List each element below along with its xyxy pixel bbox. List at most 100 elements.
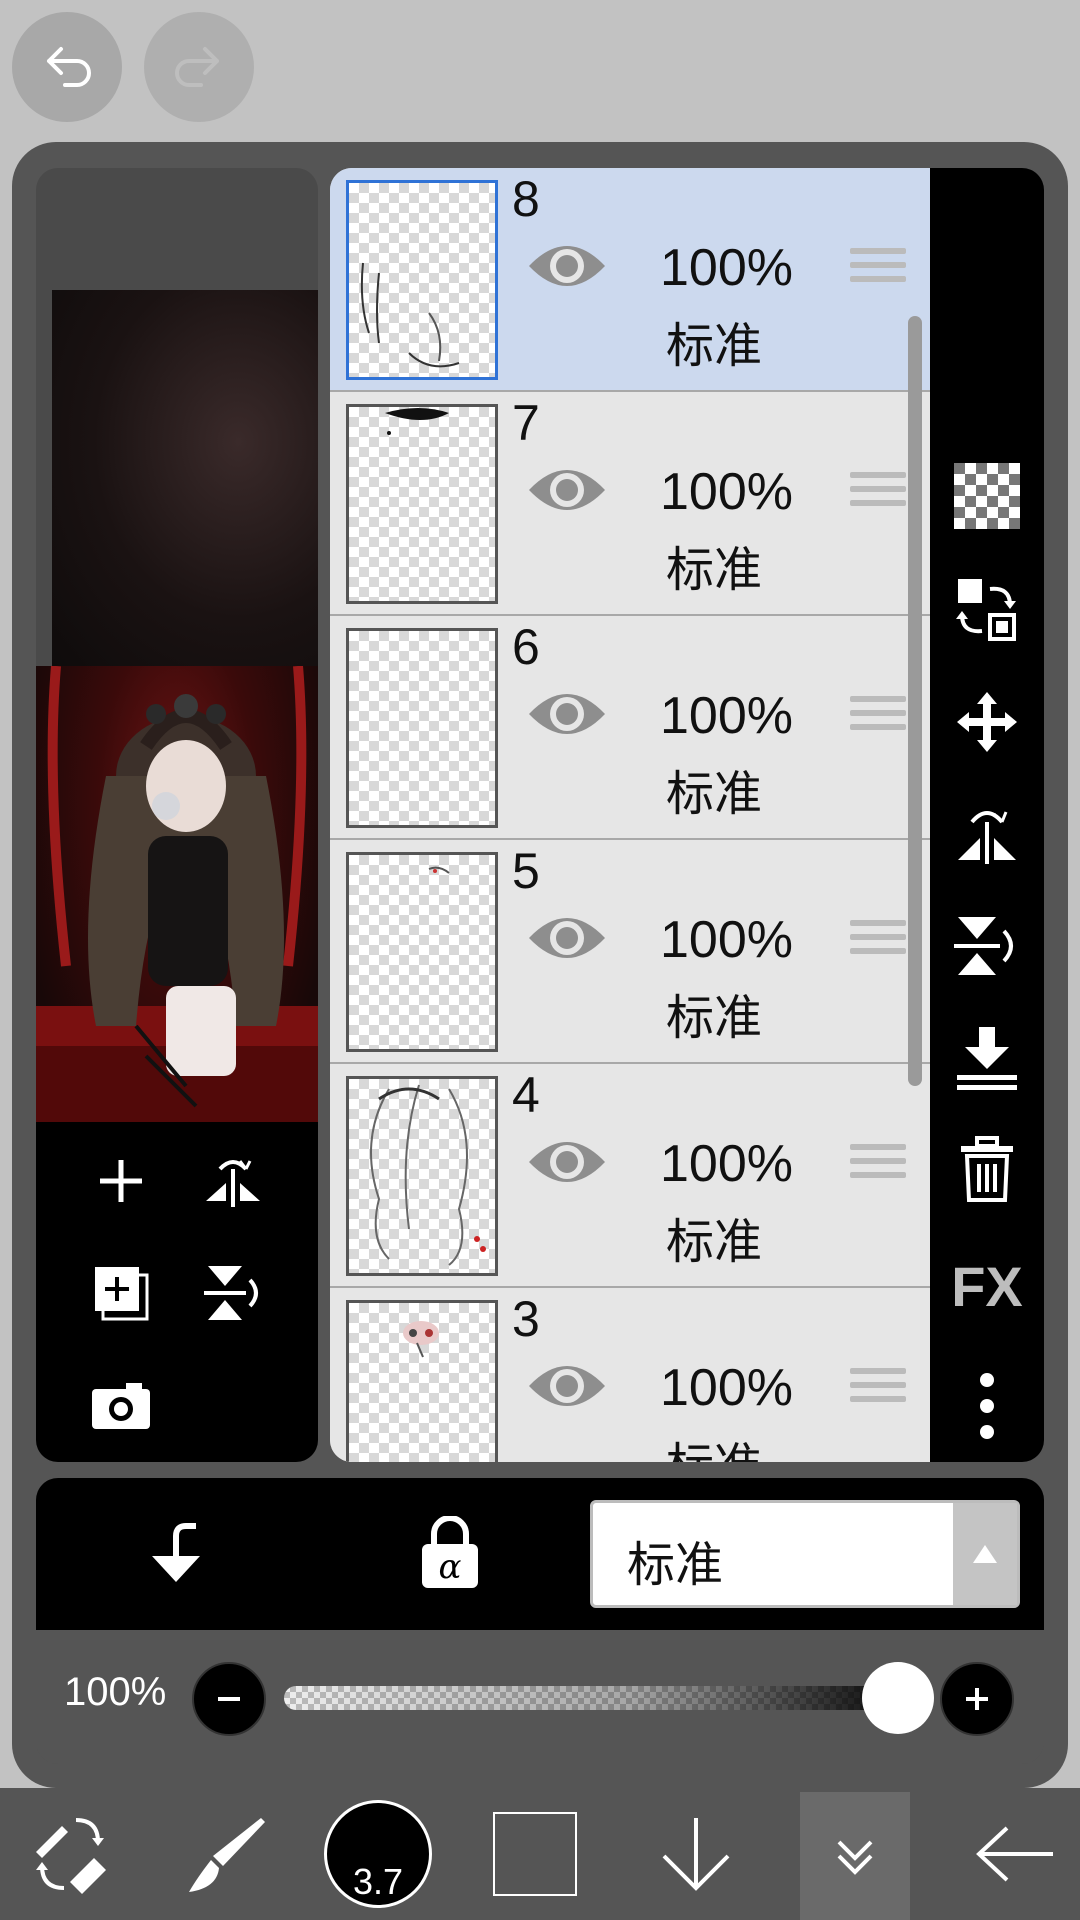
undo-button[interactable] [12, 12, 122, 122]
visibility-toggle[interactable] [526, 1134, 608, 1195]
add-layer-button[interactable] [86, 1146, 156, 1216]
layer-thumbnail [346, 404, 498, 604]
opacity-increase-button[interactable] [940, 1662, 1014, 1736]
layer-blend-mode: 标准 [666, 542, 763, 598]
flip-vertical-icon [954, 917, 1013, 975]
tool-switch-icon [36, 1818, 106, 1894]
visibility-toggle[interactable] [526, 910, 608, 971]
color-icon: 3.7 [324, 1800, 432, 1908]
layer-thumbnail [346, 852, 498, 1052]
layer-list-scrollbar[interactable] [908, 316, 922, 1086]
eye-icon [529, 918, 605, 958]
layer-opacity: 100% [660, 239, 793, 297]
layer-row[interactable]: 6 100% 标准 [330, 616, 930, 840]
layer-number: 7 [512, 395, 540, 451]
eye-icon [529, 246, 605, 286]
opacity-row: 100% [36, 1630, 1044, 1764]
layer-opacity: 100% [660, 1359, 793, 1417]
flip-horizontal-canvas-button[interactable] [198, 1146, 268, 1216]
drag-handle-icon[interactable] [850, 1144, 906, 1188]
duplicate-layer-button[interactable] [86, 1258, 156, 1328]
layer-row[interactable]: 7 100% 标准 [330, 392, 930, 616]
layer-number: 3 [512, 1291, 540, 1347]
layer-thumbnail [346, 180, 498, 380]
visibility-toggle[interactable] [526, 1358, 608, 1419]
layer-thumbnail [346, 1300, 498, 1462]
layer-row[interactable]: 4 100% 标准 [330, 1064, 930, 1288]
dropdown-arrow-icon[interactable] [953, 1503, 1017, 1605]
layer-opacity: 100% [660, 1135, 793, 1193]
alpha-lock-icon: α [422, 1516, 478, 1588]
clipping-icon [152, 1523, 200, 1582]
layer-swatch-button[interactable] [480, 1788, 590, 1920]
camera-button[interactable] [86, 1370, 156, 1440]
layer-row[interactable]: 3 100% 标准 [330, 1288, 930, 1462]
color-picker-button[interactable]: 3.7 [318, 1788, 438, 1920]
plus-icon [966, 1688, 988, 1710]
arrow-down-icon [662, 1818, 730, 1891]
drag-handle-icon[interactable] [850, 472, 906, 516]
artwork-illustration [36, 666, 318, 1122]
visibility-toggle[interactable] [526, 686, 608, 747]
svg-text:α: α [439, 1547, 462, 1587]
opacity-decrease-button[interactable] [192, 1662, 266, 1736]
move-button[interactable] [930, 684, 1044, 760]
layer-number: 8 [512, 171, 540, 227]
opacity-slider-knob[interactable] [862, 1662, 934, 1734]
alpha-lock-button[interactable]: α [410, 1508, 490, 1598]
plus-icon [100, 1160, 142, 1202]
drag-handle-icon[interactable] [850, 248, 906, 292]
layer-blend-mode: 标准 [666, 1426, 762, 1462]
flip-vertical-canvas-button[interactable] [198, 1258, 268, 1328]
layer-list: 8 100% 标准 7 100% 标准 6 100% 标准 5 100% 标准 … [330, 168, 930, 1462]
visibility-toggle[interactable] [526, 462, 608, 523]
drag-handle-icon[interactable] [850, 1368, 906, 1412]
artwork-preview [36, 666, 318, 1122]
brush-icon [189, 1818, 265, 1892]
layer-thumbnail [346, 628, 498, 828]
tool-switch-button[interactable] [0, 1788, 140, 1920]
opacity-value: 100% [64, 1670, 167, 1714]
clipping-button[interactable] [136, 1514, 216, 1594]
minus-icon [218, 1697, 240, 1701]
back-button[interactable] [960, 1788, 1070, 1920]
layer-number: 5 [512, 843, 540, 899]
flip-vertical-icon [204, 1266, 258, 1320]
fx-button[interactable]: FX [930, 1248, 1044, 1324]
layer-blend-mode: 标准 [666, 990, 763, 1046]
blend-mode-value: 标准 [627, 1537, 724, 1593]
swap-layer-button[interactable] [930, 572, 1044, 648]
delete-layer-button[interactable] [930, 1132, 1044, 1208]
layer-opacity: 100% [660, 911, 793, 969]
camera-icon [92, 1383, 150, 1429]
layer-opacity: 100% [660, 463, 793, 521]
drag-handle-icon[interactable] [850, 696, 906, 740]
transparency-button[interactable] [930, 458, 1044, 534]
flip-vertical-button[interactable] [930, 908, 1044, 984]
layer-blend-mode: 标准 [666, 766, 763, 822]
blend-mode-select[interactable]: 标准 [590, 1500, 1020, 1608]
merge-down-button[interactable] [930, 1020, 1044, 1096]
undo-icon [47, 47, 91, 87]
more-options-button[interactable] [930, 1368, 1044, 1444]
move-icon [957, 692, 1017, 752]
arrow-down-button[interactable] [640, 1788, 752, 1920]
opacity-slider[interactable] [284, 1686, 914, 1710]
brush-size-value: 3.7 [352, 1861, 404, 1902]
layer-blend-mode: 标准 [666, 1214, 763, 1270]
layer-blend-mode: 标准 [666, 318, 763, 374]
transparency-icon [954, 463, 1020, 529]
redo-button[interactable] [144, 12, 254, 122]
drag-handle-icon[interactable] [850, 920, 906, 964]
double-chevron-down-icon [837, 1840, 873, 1875]
layer-row[interactable]: 5 100% 标准 [330, 840, 930, 1064]
layer-panel-button[interactable] [800, 1792, 910, 1920]
brush-tool-button[interactable] [160, 1788, 290, 1920]
canvas-dark-area [52, 290, 318, 670]
visibility-toggle[interactable] [526, 238, 608, 299]
merge-down-icon [957, 1027, 1017, 1090]
layer-row[interactable]: 8 100% 标准 [330, 168, 930, 392]
layer-swatch-icon [493, 1812, 577, 1896]
redo-icon [175, 47, 219, 87]
flip-horizontal-button[interactable] [930, 796, 1044, 872]
